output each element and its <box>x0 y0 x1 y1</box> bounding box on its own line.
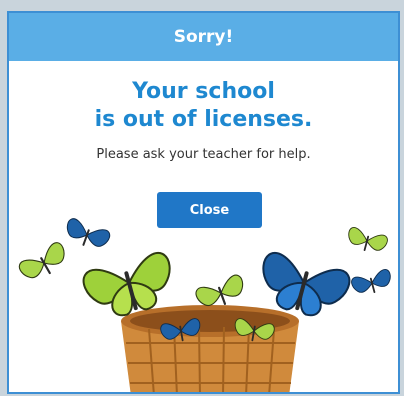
close-button[interactable]: Close <box>157 192 262 228</box>
headline-line-2: is out of licenses. <box>94 107 313 132</box>
dialog-title: Sorry! <box>173 27 234 47</box>
green-butterfly-icon <box>18 242 65 279</box>
license-dialog: Sorry! Your school is out of licenses. P… <box>7 11 400 394</box>
dialog-header: Sorry! <box>9 13 398 61</box>
headline-line-1: Your school <box>132 79 275 104</box>
butterflies-basket-illustration <box>9 203 398 392</box>
green-butterfly-icon <box>348 227 388 252</box>
blue-butterfly-icon <box>66 218 111 247</box>
dialog-message: Please ask your teacher for help. <box>96 147 311 162</box>
dialog-headline: Your school is out of licenses. <box>9 78 398 134</box>
basket-icon <box>121 305 299 392</box>
blue-butterfly-icon <box>351 269 391 294</box>
